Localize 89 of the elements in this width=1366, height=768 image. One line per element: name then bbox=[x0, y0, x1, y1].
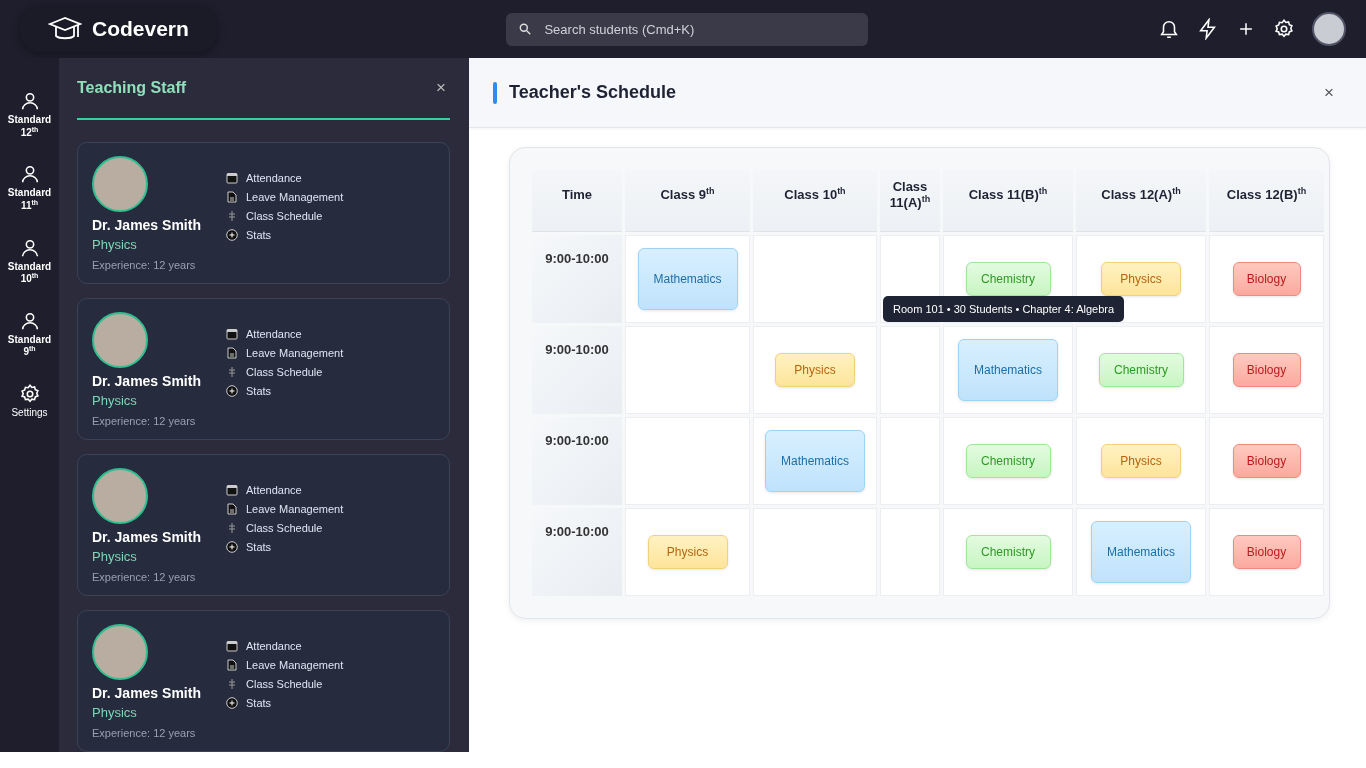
teacher-subject: Physics bbox=[92, 705, 138, 720]
action-link[interactable]: Leave Management bbox=[246, 347, 344, 359]
action-link[interactable]: Class Schedule bbox=[246, 678, 323, 690]
subject-chip[interactable]: Mathematics bbox=[765, 430, 865, 492]
hash-icon bbox=[226, 210, 238, 222]
document-icon bbox=[226, 191, 238, 203]
sidebar-item[interactable]: Standard 10$^{th}$ bbox=[2, 236, 57, 285]
subject-chip[interactable]: Biology bbox=[1232, 353, 1301, 387]
subject-chip[interactable]: Biology bbox=[1232, 535, 1301, 569]
time-cell: 9:00-10:00 bbox=[532, 235, 622, 323]
schedule-title: Teacher's Schedule bbox=[509, 82, 677, 103]
column-header: Class 12(B)$^{th}$ bbox=[1226, 186, 1307, 203]
teacher-subject: Physics bbox=[92, 393, 138, 408]
user-avatar[interactable] bbox=[1312, 12, 1346, 46]
document-icon bbox=[226, 503, 238, 515]
hash-icon bbox=[226, 522, 238, 534]
action-link[interactable]: Stats bbox=[246, 229, 272, 241]
document-icon bbox=[226, 659, 238, 671]
subject-chip[interactable]: Physics bbox=[647, 535, 728, 569]
subject-chip[interactable]: Physics bbox=[775, 353, 855, 387]
document-icon bbox=[226, 347, 238, 359]
search-input[interactable]: Search students (Cmd+K) bbox=[542, 20, 857, 38]
teacher-name: Dr. James Smith bbox=[92, 373, 202, 389]
photo-placeholder bbox=[92, 156, 148, 212]
subject-chip[interactable]: Mathematics bbox=[637, 248, 738, 310]
action-link[interactable]: Leave Management bbox=[246, 503, 344, 515]
subject-chip[interactable]: Biology bbox=[1232, 444, 1301, 478]
teacher-name: Dr. James Smith bbox=[92, 217, 202, 233]
notification-bell-icon[interactable] bbox=[1158, 18, 1180, 40]
calendar-icon bbox=[226, 172, 238, 184]
sidebar-item[interactable]: Standard 12$^{th}$ bbox=[2, 90, 57, 139]
action-link[interactable]: Class Schedule bbox=[246, 366, 323, 378]
plus-circle-icon bbox=[226, 385, 238, 397]
brand-name: Codevern bbox=[92, 17, 189, 41]
photo-placeholder bbox=[92, 312, 148, 368]
search-icon bbox=[518, 22, 533, 36]
action-link[interactable]: Class Schedule bbox=[246, 522, 323, 534]
tooltip: Room 101 • 30 Students • Chapter 4: Algebra bbox=[883, 296, 1125, 322]
action-link[interactable]: Stats bbox=[246, 697, 272, 709]
calendar-icon bbox=[226, 484, 238, 496]
teacher-experience: Experience: 12 years bbox=[92, 571, 197, 583]
column-header: Class 12(A)$^{th}$ bbox=[1101, 186, 1181, 203]
subject-chip[interactable]: Mathematics bbox=[1091, 521, 1191, 583]
teacher-experience: Experience: 12 years bbox=[92, 259, 197, 271]
action-link[interactable]: Attendance bbox=[246, 172, 302, 184]
photo-placeholder bbox=[92, 624, 148, 680]
column-header: Class 11(A)$^{th}$ bbox=[888, 178, 932, 211]
column-header: Time bbox=[561, 187, 593, 202]
close-button[interactable]: × bbox=[1318, 81, 1340, 104]
settings-icon[interactable] bbox=[1273, 18, 1295, 40]
column-header: Class 11(B)$^{th}$ bbox=[968, 186, 1048, 203]
time-cell: 9:00-10:00 bbox=[532, 417, 622, 505]
search-field[interactable]: Search students (Cmd+K) bbox=[506, 12, 869, 46]
subject-chip[interactable]: Biology bbox=[1232, 262, 1301, 296]
panel-title: Teaching Staff bbox=[77, 79, 187, 97]
plus-circle-icon bbox=[226, 541, 238, 553]
column-header: Class 9$^{th}$ bbox=[660, 186, 715, 203]
action-link[interactable]: Attendance bbox=[246, 328, 302, 340]
action-link[interactable]: Attendance bbox=[246, 484, 302, 496]
subject-chip[interactable]: Physics bbox=[1101, 444, 1181, 478]
action-link[interactable]: Stats bbox=[246, 385, 272, 397]
time-cell: 9:00-10:00 bbox=[532, 508, 622, 596]
photo-placeholder bbox=[92, 468, 148, 524]
lightning-icon[interactable] bbox=[1197, 18, 1219, 40]
calendar-icon bbox=[226, 328, 238, 340]
teacher-name: Dr. James Smith bbox=[92, 529, 202, 545]
sidebar-item[interactable]: Standard 11$^{th}$ bbox=[2, 163, 57, 212]
time-cell: 9:00-10:00 bbox=[532, 326, 622, 414]
action-link[interactable]: Attendance bbox=[246, 640, 302, 652]
action-link[interactable]: Class Schedule bbox=[246, 210, 323, 222]
plus-circle-icon bbox=[226, 697, 238, 709]
action-link[interactable]: Stats bbox=[246, 541, 272, 553]
teacher-name: Dr. James Smith bbox=[92, 685, 202, 701]
teacher-subject: Physics bbox=[92, 237, 138, 252]
plus-circle-icon bbox=[226, 229, 238, 241]
column-header: Class 10$^{th}$ bbox=[784, 186, 846, 203]
teacher-experience: Experience: 12 years bbox=[92, 727, 197, 739]
close-button[interactable]: × bbox=[432, 78, 450, 98]
action-link[interactable]: Leave Management bbox=[246, 191, 344, 203]
teacher-subject: Physics bbox=[92, 549, 138, 564]
hash-icon bbox=[226, 366, 238, 378]
action-link[interactable]: Leave Management bbox=[246, 659, 344, 671]
teacher-experience: Experience: 12 years bbox=[92, 415, 197, 427]
subject-chip[interactable]: Physics bbox=[1101, 262, 1181, 296]
sidebar-item[interactable]: Settings bbox=[2, 383, 57, 419]
sidebar-item[interactable]: Standard 9$^{th}$ bbox=[2, 310, 57, 359]
calendar-icon bbox=[226, 640, 238, 652]
hash-icon bbox=[226, 678, 238, 690]
subject-chip[interactable]: Mathematics bbox=[958, 339, 1058, 401]
